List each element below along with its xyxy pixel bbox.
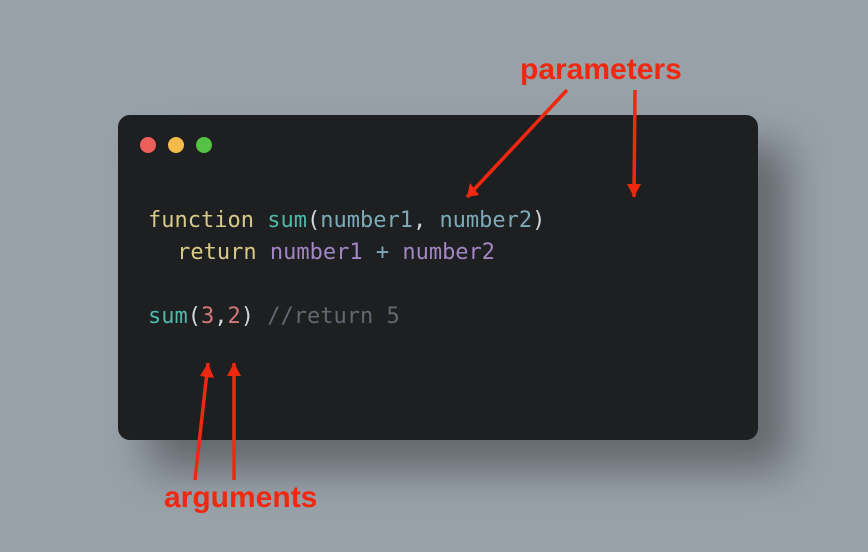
call-paren-close: ): [241, 304, 254, 329]
arg-2: 2: [228, 304, 241, 329]
keyword-function: function: [148, 208, 254, 233]
function-name-call: sum: [148, 304, 188, 329]
var-number2: number2: [402, 240, 495, 265]
var-number1: number1: [270, 240, 363, 265]
label-parameters: parameters: [520, 53, 682, 87]
minimize-dot-icon: [168, 137, 184, 153]
param-number2: number2: [439, 208, 532, 233]
paren-close: ): [532, 208, 545, 233]
comment-return-5: //return 5: [267, 304, 399, 329]
comma: ,: [413, 208, 426, 233]
call-comma: ,: [214, 304, 227, 329]
window-traffic-lights: [140, 137, 212, 153]
code-block: function sum(number1, number2) return nu…: [148, 205, 545, 333]
keyword-return: return: [177, 240, 256, 265]
param-number1: number1: [320, 208, 413, 233]
label-arguments: arguments: [164, 481, 317, 515]
close-dot-icon: [140, 137, 156, 153]
arg-3: 3: [201, 304, 214, 329]
call-paren-open: (: [188, 304, 201, 329]
operator-plus: +: [376, 240, 389, 265]
function-name-def: sum: [267, 208, 307, 233]
zoom-dot-icon: [196, 137, 212, 153]
code-window: function sum(number1, number2) return nu…: [118, 115, 758, 440]
paren-open: (: [307, 208, 320, 233]
